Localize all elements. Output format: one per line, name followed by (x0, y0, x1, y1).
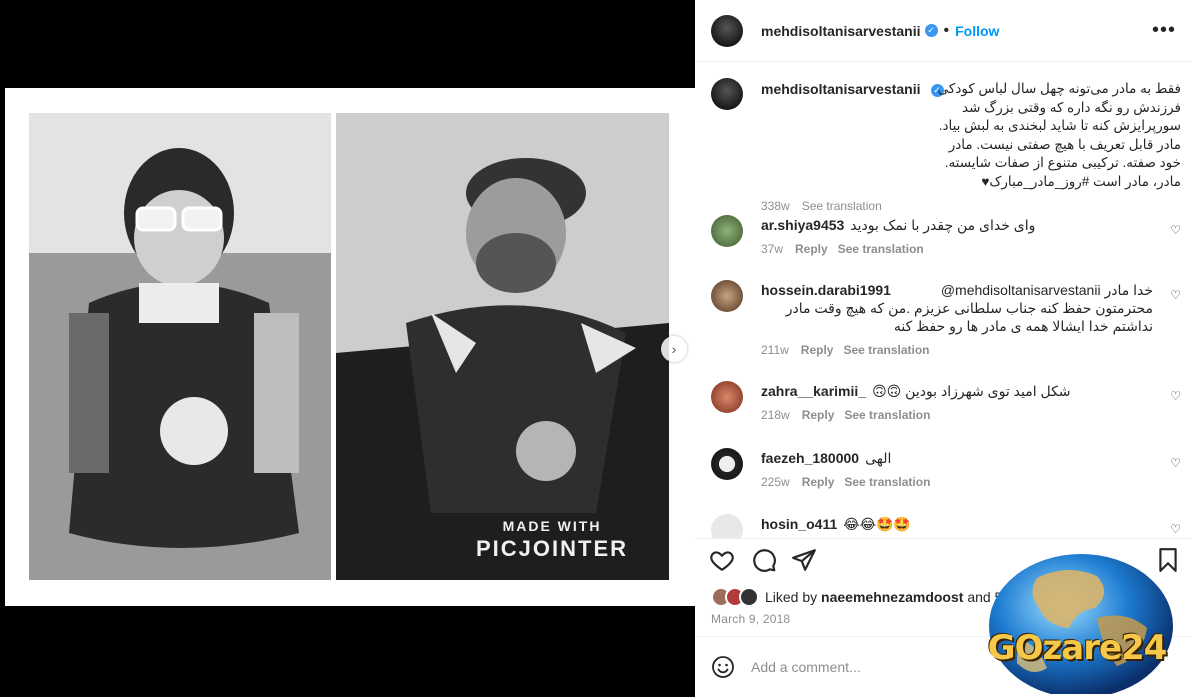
like-comment-heart-icon[interactable]: ♡ (1170, 522, 1181, 536)
comment-item: hossein.darabi1991 @mehdisoltanisarvestan… (711, 280, 1181, 360)
post-image[interactable]: MADE WITH PICJOINTER › (5, 88, 695, 606)
caption-see-translation[interactable]: See translation (802, 199, 882, 213)
chevron-right-icon: › (671, 341, 677, 357)
likes-summary: Liked by naeemehnezamdoost and 5 (711, 587, 1002, 607)
verified-badge-icon: ✓ (924, 24, 938, 37)
liker-username[interactable]: naeemehnezamdoost (821, 589, 963, 605)
watermark-line2: PICJOINTER (476, 536, 629, 561)
liker-avatar[interactable] (739, 587, 759, 607)
picjointer-watermark: MADE WITH PICJOINTER (476, 518, 628, 562)
comment-username[interactable]: hosin_o411 (761, 516, 837, 532)
comment-time[interactable]: 37w (761, 242, 783, 256)
caption: mehdisoltanisarvestanii ✓ فقط به مادر می‌… (711, 78, 1181, 213)
heart-icon[interactable] (709, 547, 735, 573)
comment-time[interactable]: 225w (761, 475, 790, 489)
comment-text: 😂😂🤩🤩 (843, 516, 911, 532)
more-horizontal-icon[interactable]: ••• (1152, 19, 1176, 42)
globe-icon (989, 554, 1173, 697)
comment-text: شکل امید توی شهرزاد بودین 🙃🙃 (872, 383, 1071, 399)
comment-time[interactable]: 211w (761, 343, 789, 357)
caption-time[interactable]: 338w (761, 199, 790, 213)
likes-prefix: Liked by (765, 589, 818, 605)
comment-username[interactable]: hossein.darabi1991 (761, 281, 891, 299)
comment-time[interactable]: 218w (761, 408, 790, 422)
commenter-avatar[interactable] (711, 514, 743, 538)
post-media-area: MADE WITH PICJOINTER › (0, 0, 695, 697)
like-comment-heart-icon[interactable]: ♡ (1170, 389, 1181, 403)
next-image-button[interactable]: › (661, 336, 687, 362)
post-header: mehdisoltanisarvestanii ✓ • Follow ••• (695, 0, 1192, 62)
comment-item: hosin_o411 😂😂🤩🤩 ♡ (711, 514, 1181, 538)
reply-button[interactable]: Reply (802, 408, 835, 422)
reply-button[interactable]: Reply (795, 242, 828, 256)
commenter-avatar[interactable] (711, 280, 743, 312)
see-translation-button[interactable]: See translation (838, 242, 924, 256)
separator-dot: • (943, 21, 950, 39)
watermark-line1: MADE WITH (502, 518, 602, 534)
follow-button[interactable]: Follow (955, 23, 999, 39)
author-username[interactable]: mehdisoltanisarvestanii (761, 23, 921, 39)
comments-list[interactable]: mehdisoltanisarvestanii ✓ فقط به مادر می‌… (695, 63, 1192, 539)
gozare24-logo: GOzare24 (977, 548, 1187, 697)
child-photo (29, 113, 331, 580)
comment-icon[interactable] (751, 547, 777, 573)
reply-button[interactable]: Reply (802, 475, 835, 489)
adult-photo: MADE WITH PICJOINTER (336, 113, 669, 580)
caption-username[interactable]: mehdisoltanisarvestanii (761, 81, 921, 97)
caption-avatar[interactable] (711, 78, 743, 110)
comment-username[interactable]: ar.shiya9453 (761, 217, 844, 233)
like-comment-heart-icon[interactable]: ♡ (1170, 288, 1181, 302)
commenter-avatar[interactable] (711, 448, 743, 480)
author-avatar[interactable] (711, 14, 743, 47)
comment-item: ar.shiya9453 وای خدای من چقدر با نمک بودی… (711, 215, 1181, 265)
see-translation-button[interactable]: See translation (844, 475, 930, 489)
logo-text: GOzare24 (987, 628, 1168, 668)
emoji-icon[interactable] (711, 655, 735, 679)
like-comment-heart-icon[interactable]: ♡ (1170, 456, 1181, 470)
reply-button[interactable]: Reply (801, 343, 834, 357)
comment-text: الهی (865, 450, 892, 466)
like-comment-heart-icon[interactable]: ♡ (1170, 223, 1181, 237)
post-date[interactable]: March 9, 2018 (711, 612, 790, 626)
comment-text: وای خدای من چقدر با نمک بودید (850, 217, 1036, 233)
comment-item: zahra__karimii_ شکل امید توی شهرزاد بودین… (711, 381, 1181, 431)
comment-username[interactable]: zahra__karimii_ (761, 383, 866, 399)
see-translation-button[interactable]: See translation (844, 408, 930, 422)
commenter-avatar[interactable] (711, 215, 743, 247)
comment-username[interactable]: faezeh_180000 (761, 450, 859, 466)
comment-item: faezeh_180000 الهی 225w Reply See translati… (711, 448, 1181, 498)
see-translation-button[interactable]: See translation (843, 343, 929, 357)
share-icon[interactable] (791, 547, 817, 573)
commenter-avatar[interactable] (711, 381, 743, 413)
